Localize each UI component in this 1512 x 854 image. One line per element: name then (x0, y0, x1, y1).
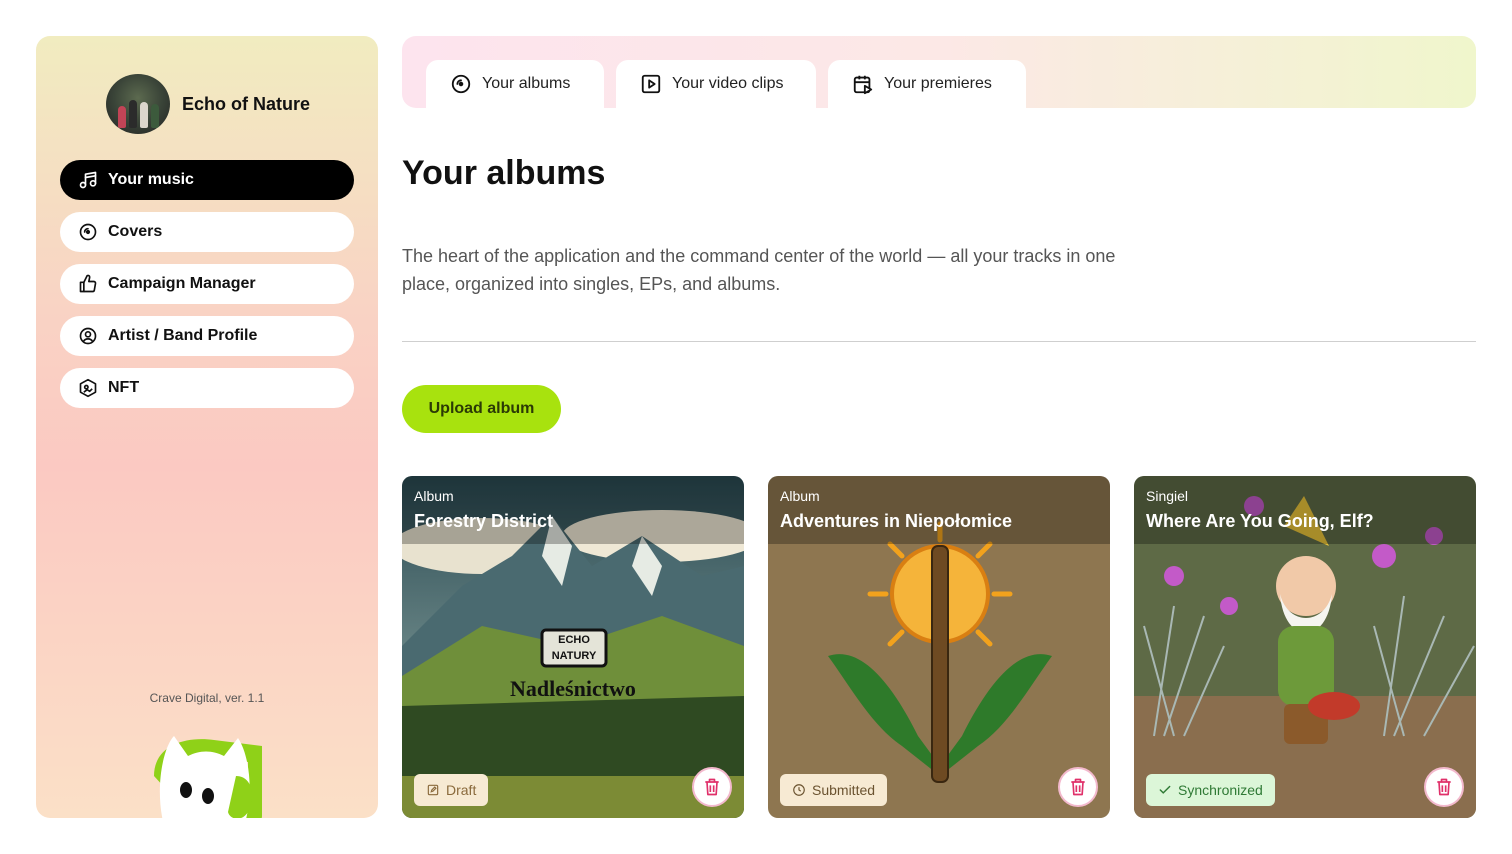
upload-album-button[interactable]: Upload album (402, 385, 561, 433)
sidebar-item-label: Your music (108, 171, 194, 188)
release-type: Album (414, 488, 454, 504)
mascot-logo (154, 736, 262, 818)
delete-button[interactable] (1424, 767, 1464, 807)
check-icon (1159, 785, 1171, 794)
disc-icon (79, 223, 97, 241)
sidebar-item-campaign-manager[interactable]: Campaign Manager (60, 264, 354, 304)
sidebar-item-your-music[interactable]: Your music (60, 160, 354, 200)
tab-your-albums[interactable]: Your albums (426, 60, 604, 108)
release-title: Where Are You Going, Elf? (1146, 511, 1374, 531)
sidebar-item-label: NFT (108, 379, 140, 396)
card-header (402, 476, 744, 544)
card-header (768, 476, 1110, 544)
status-label: Synchronized (1178, 782, 1263, 798)
page-title: Your albums (402, 154, 606, 192)
release-type: Album (780, 488, 820, 504)
artist-profile[interactable]: Echo of Nature (106, 74, 310, 134)
tabs-bar: Your albums Your video clips Your premie… (402, 36, 1476, 108)
tab-label: Your video clips (672, 75, 784, 92)
trash-icon (1437, 778, 1451, 796)
delete-button[interactable] (1058, 767, 1098, 807)
status-badge: Synchronized (1146, 774, 1275, 806)
album-card[interactable]: ECHO NATURY Nadleśnictwo Album Forestry … (402, 476, 744, 818)
page-description: The heart of the application and the com… (402, 246, 1116, 294)
release-title: Forestry District (414, 511, 554, 531)
user-circle-icon (79, 327, 97, 345)
trash-icon (1071, 778, 1085, 796)
status-badge: Draft (414, 774, 489, 806)
app-version: Crave Digital, ver. 1.1 (149, 691, 265, 705)
nft-hexagon-icon (79, 378, 97, 398)
disc-icon (451, 74, 471, 94)
music-note-icon (79, 171, 97, 189)
sidebar-item-label: Artist / Band Profile (108, 327, 258, 344)
thumbs-up-icon (79, 274, 97, 293)
tab-label: Your albums (482, 75, 571, 92)
status-label: Submitted (812, 782, 876, 798)
play-square-icon (641, 74, 661, 94)
sidebar: Echo of Nature Your music Covers Campaig… (36, 36, 378, 818)
tab-your-premieres[interactable]: Your premieres (828, 60, 1026, 108)
trash-icon (705, 778, 719, 796)
divider (402, 341, 1476, 342)
status-label: Draft (446, 782, 477, 798)
sidebar-item-covers[interactable]: Covers (60, 212, 354, 252)
delete-button[interactable] (692, 767, 732, 807)
avatar (106, 74, 170, 134)
tab-label: Your premieres (884, 75, 992, 92)
cover-text: Nadleśnictwo (510, 676, 636, 701)
album-card[interactable]: Album Adventures in Niepołomice Submitte… (768, 476, 1110, 818)
sidebar-nav: Your music Covers Campaign Manager Artis… (60, 160, 354, 408)
release-type: Singiel (1146, 488, 1189, 504)
clock-icon (793, 784, 805, 796)
tab-your-video-clips[interactable]: Your video clips (616, 60, 816, 108)
release-title: Adventures in Niepołomice (780, 511, 1013, 531)
status-badge: Submitted (780, 774, 888, 806)
card-header (1134, 476, 1476, 544)
album-card[interactable]: Singiel Where Are You Going, Elf? Synchr… (1134, 476, 1476, 818)
sidebar-item-artist-profile[interactable]: Artist / Band Profile (60, 316, 354, 356)
sidebar-item-label: Covers (108, 223, 163, 240)
artist-name: Echo of Nature (182, 93, 311, 114)
sidebar-item-label: Campaign Manager (108, 275, 256, 292)
sidebar-item-nft[interactable]: NFT (60, 368, 354, 408)
cover-logo-text: ECHO NATURY (551, 634, 597, 662)
edit-icon (427, 784, 439, 796)
calendar-play-icon (853, 75, 873, 95)
